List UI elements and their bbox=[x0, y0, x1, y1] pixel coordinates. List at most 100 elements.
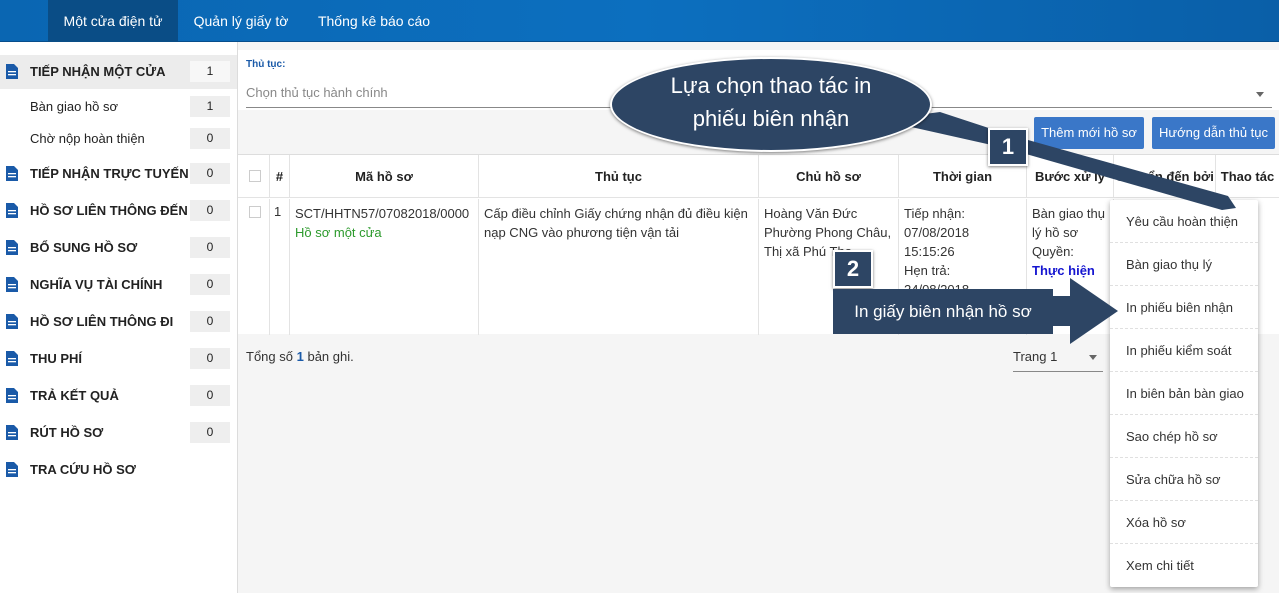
sidebar-item-tra-cuu[interactable]: TRA CỨU HỒ SƠ bbox=[0, 453, 237, 487]
sidebar-item-tiep-nhan-mot-cua[interactable]: TIẾP NHẬN MỘT CỬA 1 bbox=[0, 55, 237, 89]
count-badge: 0 bbox=[190, 274, 230, 295]
sidebar-subitem-cho-nop[interactable]: Chờ nộp hoàn thiện 0 bbox=[0, 122, 237, 156]
record-total: Tổng số 1 bản ghi. bbox=[246, 349, 354, 364]
page-label: Trang 1 bbox=[1013, 349, 1058, 364]
count-badge: 0 bbox=[190, 237, 230, 258]
sidebar-item-label: HỒ SƠ LIÊN THÔNG ĐI bbox=[30, 314, 174, 329]
count-badge: 0 bbox=[190, 422, 230, 443]
menu-item-xoa[interactable]: Xóa hồ sơ bbox=[1110, 501, 1258, 544]
sidebar-item-nghia-vu-tai-chinh[interactable]: NGHĨA VỤ TÀI CHÍNH 0 bbox=[0, 268, 237, 302]
row-checkbox[interactable] bbox=[249, 206, 261, 218]
total-count: 1 bbox=[296, 349, 304, 364]
sidebar-item-label: TRA CỨU HỒ SƠ bbox=[30, 462, 136, 477]
chevron-down-icon bbox=[1089, 355, 1097, 360]
document-icon bbox=[6, 314, 18, 329]
row-select-cell bbox=[238, 199, 270, 335]
row-index: 1 bbox=[270, 199, 290, 335]
procedure-label: Thủ tục: bbox=[246, 59, 286, 70]
sidebar: TIẾP NHẬN MỘT CỬA 1 Bàn giao hồ sơ 1 Chờ… bbox=[0, 42, 238, 593]
sidebar-item-label: THU PHÍ bbox=[30, 351, 82, 366]
received-label: Tiếp nhận: bbox=[904, 206, 965, 221]
column-header-owner: Chủ hồ sơ bbox=[759, 155, 899, 198]
sidebar-item-label: Chờ nộp hoàn thiện bbox=[30, 131, 145, 146]
document-icon bbox=[6, 166, 18, 181]
sidebar-item-label: HỒ SƠ LIÊN THÔNG ĐẾN bbox=[30, 203, 188, 218]
total-prefix: Tổng số bbox=[246, 349, 293, 364]
sidebar-item-label: NGHĨA VỤ TÀI CHÍNH bbox=[30, 277, 163, 292]
count-badge: 0 bbox=[190, 163, 230, 184]
sidebar-item-rut-ho-so[interactable]: RÚT HỒ SƠ 0 bbox=[0, 416, 237, 450]
instruction-bubble: Lựa chọn thao tác in phiếu biên nhận bbox=[610, 57, 932, 152]
document-icon bbox=[6, 64, 18, 79]
page-select[interactable]: Trang 1 bbox=[1013, 342, 1103, 372]
record-code-cell: SCT/HHTN57/07082018/0000 Hồ sơ một cửa bbox=[290, 199, 479, 335]
rights-line: Quyền: Thực hiện bbox=[1032, 242, 1108, 280]
step-2-callout: In giấy biên nhận hồ sơ bbox=[833, 289, 1053, 334]
action-menu: Yêu cầu hoàn thiện Bàn giao thụ lý In ph… bbox=[1110, 200, 1258, 587]
count-badge: 1 bbox=[190, 96, 230, 117]
record-type: Hồ sơ một cửa bbox=[295, 225, 382, 240]
sidebar-item-label: RÚT HỒ SƠ bbox=[30, 425, 104, 440]
count-badge: 0 bbox=[190, 348, 230, 369]
sidebar-item-label: TIẾP NHẬN MỘT CỬA bbox=[30, 64, 166, 79]
menu-item-in-bien-ban-ban-giao[interactable]: In biên bản bàn giao bbox=[1110, 372, 1258, 415]
sidebar-item-lien-thong-di[interactable]: HỒ SƠ LIÊN THÔNG ĐI 0 bbox=[0, 305, 237, 339]
sidebar-subitem-ban-giao[interactable]: Bàn giao hồ sơ 1 bbox=[0, 90, 237, 124]
sidebar-item-bo-sung[interactable]: BỔ SUNG HỒ SƠ 0 bbox=[0, 231, 237, 265]
menu-item-xem-chi-tiet[interactable]: Xem chi tiết bbox=[1110, 544, 1258, 587]
column-header-index: # bbox=[270, 155, 290, 198]
record-code[interactable]: SCT/HHTN57/07082018/0000 bbox=[295, 204, 473, 223]
sidebar-item-label: BỔ SUNG HỒ SƠ bbox=[30, 240, 138, 255]
sidebar-item-tiep-nhan-truc-tuyen[interactable]: TIẾP NHẬN TRỰC TUYẾN 0 bbox=[0, 157, 237, 191]
count-badge: 0 bbox=[190, 128, 230, 149]
count-badge: 0 bbox=[190, 200, 230, 221]
rights-label: Quyền: bbox=[1032, 244, 1074, 259]
document-icon bbox=[6, 277, 18, 292]
add-record-button[interactable]: Thêm mới hồ sơ bbox=[1034, 117, 1144, 149]
menu-item-sao-chep[interactable]: Sao chép hồ sơ bbox=[1110, 415, 1258, 458]
document-icon bbox=[6, 203, 18, 218]
sidebar-item-tra-ket-qua[interactable]: TRẢ KẾT QUẢ 0 bbox=[0, 379, 237, 413]
column-header-code: Mã hồ sơ bbox=[290, 155, 479, 198]
menu-item-yeu-cau-hoan-thien[interactable]: Yêu cầu hoàn thiện bbox=[1110, 200, 1258, 243]
nav-tab-thong-ke[interactable]: Thống kê báo cáo bbox=[310, 0, 438, 42]
step-name: Bàn giao thụ lý hồ sơ bbox=[1032, 206, 1106, 240]
count-badge: 0 bbox=[190, 311, 230, 332]
instruction-line-1: Lựa chọn thao tác in bbox=[670, 73, 872, 98]
count-badge: 1 bbox=[190, 61, 230, 82]
record-procedure: Cấp điều chỉnh Giấy chứng nhận đủ điều k… bbox=[479, 199, 759, 335]
step-badge-2: 2 bbox=[833, 250, 873, 288]
menu-item-in-phieu-kiem-soat[interactable]: In phiếu kiểm soát bbox=[1110, 329, 1258, 372]
document-icon bbox=[6, 240, 18, 255]
document-icon bbox=[6, 462, 18, 477]
sidebar-item-label: TIẾP NHẬN TRỰC TUYẾN bbox=[30, 166, 189, 181]
select-all-header bbox=[238, 155, 270, 198]
select-all-checkbox[interactable] bbox=[249, 170, 261, 182]
sidebar-item-thu-phi[interactable]: THU PHÍ 0 bbox=[0, 342, 237, 376]
document-icon bbox=[6, 425, 18, 440]
nav-tab-quan-ly-giay-to[interactable]: Quản lý giấy tờ bbox=[185, 0, 297, 42]
menu-item-sua-chua[interactable]: Sửa chữa hồ sơ bbox=[1110, 458, 1258, 501]
menu-item-ban-giao-thu-ly[interactable]: Bàn giao thụ lý bbox=[1110, 243, 1258, 286]
column-header-actions: Thao tác bbox=[1216, 155, 1279, 198]
total-suffix: bản ghi. bbox=[307, 349, 354, 364]
column-header-procedure: Thủ tục bbox=[479, 155, 759, 198]
top-nav-bar: Một cửa điện tử Quản lý giấy tờ Thống kê… bbox=[0, 0, 1279, 42]
document-icon bbox=[6, 388, 18, 403]
document-icon bbox=[6, 351, 18, 366]
rights-value: Thực hiện bbox=[1032, 263, 1095, 278]
sidebar-item-lien-thong-den[interactable]: HỒ SƠ LIÊN THÔNG ĐẾN 0 bbox=[0, 194, 237, 228]
procedure-placeholder: Chọn thủ tục hành chính bbox=[246, 85, 388, 100]
sidebar-item-label: Bàn giao hồ sơ bbox=[30, 99, 119, 114]
column-header-step: Bước xử lý bbox=[1027, 155, 1114, 198]
instruction-line-2: phiếu biên nhận bbox=[692, 106, 850, 131]
sidebar-item-label: TRẢ KẾT QUẢ bbox=[30, 388, 119, 403]
procedure-guide-button[interactable]: Hướng dẫn thủ tục bbox=[1152, 117, 1275, 149]
chevron-down-icon bbox=[1256, 92, 1264, 97]
due-label: Hẹn trả: bbox=[904, 263, 951, 278]
column-header-forwarded-by: Chuyển đến bởi bbox=[1114, 155, 1216, 198]
nav-tab-mot-cua[interactable]: Một cửa điện tử bbox=[48, 0, 178, 42]
step-badge-1: 1 bbox=[988, 128, 1028, 166]
menu-item-in-phieu-bien-nhan[interactable]: In phiếu biên nhận bbox=[1110, 286, 1258, 329]
received-time: 07/08/2018 15:15:26 bbox=[904, 225, 970, 259]
